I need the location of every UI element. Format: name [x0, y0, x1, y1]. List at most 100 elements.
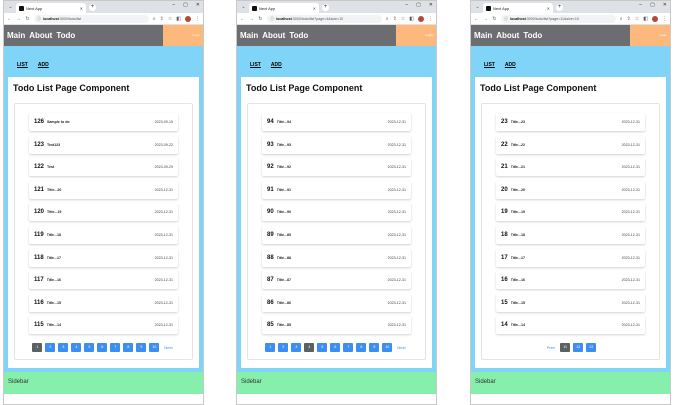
new-tab-icon[interactable]: +: [556, 4, 563, 11]
tab-search-icon[interactable]: ⌄: [474, 4, 481, 11]
browser-tab[interactable]: Next App ✕: [16, 3, 86, 13]
new-tab-icon[interactable]: +: [322, 4, 329, 11]
zoom-icon[interactable]: ⌕: [153, 16, 156, 22]
page-number-button[interactable]: 13: [586, 343, 597, 352]
minimize-icon[interactable]: –: [405, 2, 408, 8]
reload-icon[interactable]: ↻: [492, 16, 497, 22]
todo-list-item[interactable]: 16 Title...16 2023-12-31: [496, 271, 645, 290]
forward-icon[interactable]: →: [16, 16, 21, 22]
todo-list-item[interactable]: 120 Title...19 2023-12-31: [29, 203, 178, 222]
tab-search-icon[interactable]: ⌄: [7, 4, 14, 11]
page-number-button[interactable]: 9: [136, 343, 147, 352]
site-info-icon[interactable]: ⓘ: [504, 16, 508, 22]
todo-list-item[interactable]: 91 Title...91 2023-12-31: [262, 180, 411, 199]
todo-list-item[interactable]: 89 Title...89 2023-12-31: [262, 226, 411, 244]
todo-list-item[interactable]: 17 Title...17 2023-12-31: [496, 248, 645, 267]
bookmark-star-icon[interactable]: ☆: [168, 16, 172, 22]
todo-list-item[interactable]: 87 Title...87 2023-12-31: [262, 271, 411, 290]
add-link[interactable]: ADD: [38, 62, 49, 68]
nav-main-link[interactable]: Main: [240, 31, 258, 40]
maximize-icon[interactable]: ▢: [650, 2, 655, 8]
share-icon[interactable]: ⇪: [160, 16, 164, 22]
nav-todo-link[interactable]: Todo: [523, 31, 542, 40]
todo-list-item[interactable]: 121 Title...20 2023-12-31: [29, 180, 178, 199]
page-number-button[interactable]: 4: [71, 343, 82, 352]
site-info-icon[interactable]: ⓘ: [37, 16, 41, 22]
close-tab-icon[interactable]: ✕: [80, 6, 83, 11]
nav-main-link[interactable]: Main: [7, 31, 25, 40]
todo-list-item[interactable]: 118 Title...17 2023-12-31: [29, 248, 178, 267]
share-icon[interactable]: ⇪: [393, 16, 397, 22]
todo-list-item[interactable]: 90 Title...90 2023-12-31: [262, 203, 411, 222]
todo-list-item[interactable]: 86 Title...86 2023-12-31: [262, 293, 411, 312]
todo-list-item[interactable]: 22 Title...22 2023-12-31: [496, 135, 645, 154]
todo-list-item[interactable]: 92 Title...92 2023-12-31: [262, 158, 411, 177]
browser-tab[interactable]: Next App ✕: [249, 3, 319, 13]
profile-avatar[interactable]: [185, 15, 191, 22]
page-number-button[interactable]: 11: [560, 343, 571, 352]
todo-list-item[interactable]: 93 Title...93 2023-12-31: [262, 135, 411, 154]
back-icon[interactable]: ←: [7, 16, 12, 22]
todo-list-item[interactable]: 21 Title...21 2023-12-31: [496, 158, 645, 177]
new-tab-icon[interactable]: +: [89, 4, 96, 11]
todo-list-item[interactable]: 85 Title...85 2023-12-31: [262, 316, 411, 335]
share-icon[interactable]: ⇪: [627, 16, 631, 22]
page-number-button[interactable]: 8: [123, 343, 134, 352]
close-window-icon[interactable]: ✕: [663, 2, 667, 8]
close-window-icon[interactable]: ✕: [196, 2, 200, 8]
menu-kebab-icon[interactable]: ⋮: [428, 16, 433, 22]
minimize-icon[interactable]: –: [639, 2, 642, 8]
reload-icon[interactable]: ↻: [258, 16, 263, 22]
nav-about-link[interactable]: About: [262, 31, 285, 40]
todo-list-item[interactable]: 115 Title...14 2023-12-31: [29, 316, 178, 335]
todo-list-item[interactable]: 19 Title...19 2023-12-31: [496, 203, 645, 222]
page-number-button[interactable]: 5: [84, 343, 95, 352]
page-number-button[interactable]: 5: [317, 343, 328, 352]
forward-icon[interactable]: →: [249, 16, 254, 22]
zoom-icon[interactable]: ⌕: [386, 16, 389, 22]
forward-icon[interactable]: →: [483, 16, 488, 22]
menu-kebab-icon[interactable]: ⋮: [662, 16, 667, 22]
add-link[interactable]: ADD: [505, 62, 516, 68]
menu-kebab-icon[interactable]: ⋮: [195, 16, 200, 22]
zoom-icon[interactable]: ⌕: [620, 16, 623, 22]
page-number-button[interactable]: 2: [278, 343, 289, 352]
minimize-icon[interactable]: –: [172, 2, 175, 8]
todo-list-item[interactable]: 126 Sample to do 2023-09-15: [29, 113, 178, 131]
todo-list-item[interactable]: 88 Title...88 2023-12-31: [262, 248, 411, 267]
url-input[interactable]: ⓘ localhost :3000/todo/list: [34, 14, 149, 23]
maximize-icon[interactable]: ▢: [416, 2, 421, 8]
nav-about-link[interactable]: About: [29, 31, 52, 40]
todo-list-item[interactable]: 15 Title...15 2023-12-31: [496, 293, 645, 312]
prev-page-link[interactable]: Prev: [545, 343, 557, 352]
maximize-icon[interactable]: ▢: [183, 2, 188, 8]
sidepanel-icon[interactable]: ◧: [409, 16, 414, 22]
nav-todo-link[interactable]: Todo: [56, 31, 75, 40]
todo-list-item[interactable]: 94 Title...94 2023-12-31: [262, 113, 411, 131]
page-number-button[interactable]: 9: [369, 343, 380, 352]
url-input[interactable]: ⓘ localhost :3000/todo/list?page=4&size=…: [267, 14, 382, 23]
todo-list-item[interactable]: 123 Test123 2023-09-22: [29, 135, 178, 154]
reload-icon[interactable]: ↻: [25, 16, 30, 22]
todo-list-item[interactable]: 20 Title...20 2023-12-31: [496, 180, 645, 199]
tab-search-icon[interactable]: ⌄: [240, 4, 247, 11]
profile-avatar[interactable]: [418, 15, 424, 22]
sidepanel-icon[interactable]: ◧: [176, 16, 181, 22]
page-number-button[interactable]: 1: [265, 343, 276, 352]
page-number-button[interactable]: 10: [382, 343, 393, 352]
list-link[interactable]: LIST: [17, 62, 28, 68]
nav-todo-link[interactable]: Todo: [289, 31, 308, 40]
next-page-link[interactable]: Next: [395, 343, 407, 352]
browser-tab[interactable]: Next App ✕: [483, 3, 553, 13]
list-link[interactable]: LIST: [484, 62, 495, 68]
todo-list-item[interactable]: 117 Title...16 2023-12-31: [29, 271, 178, 290]
bookmark-star-icon[interactable]: ☆: [401, 16, 405, 22]
page-number-button[interactable]: 3: [291, 343, 302, 352]
todo-list-item[interactable]: 23 Title...23 2023-12-31: [496, 113, 645, 131]
nav-about-link[interactable]: About: [496, 31, 519, 40]
page-number-button[interactable]: 2: [45, 343, 56, 352]
back-icon[interactable]: ←: [240, 16, 245, 22]
todo-list-item[interactable]: 119 Title...18 2023-12-31: [29, 226, 178, 244]
page-number-button[interactable]: 8: [356, 343, 367, 352]
next-page-link[interactable]: Next: [162, 343, 174, 352]
